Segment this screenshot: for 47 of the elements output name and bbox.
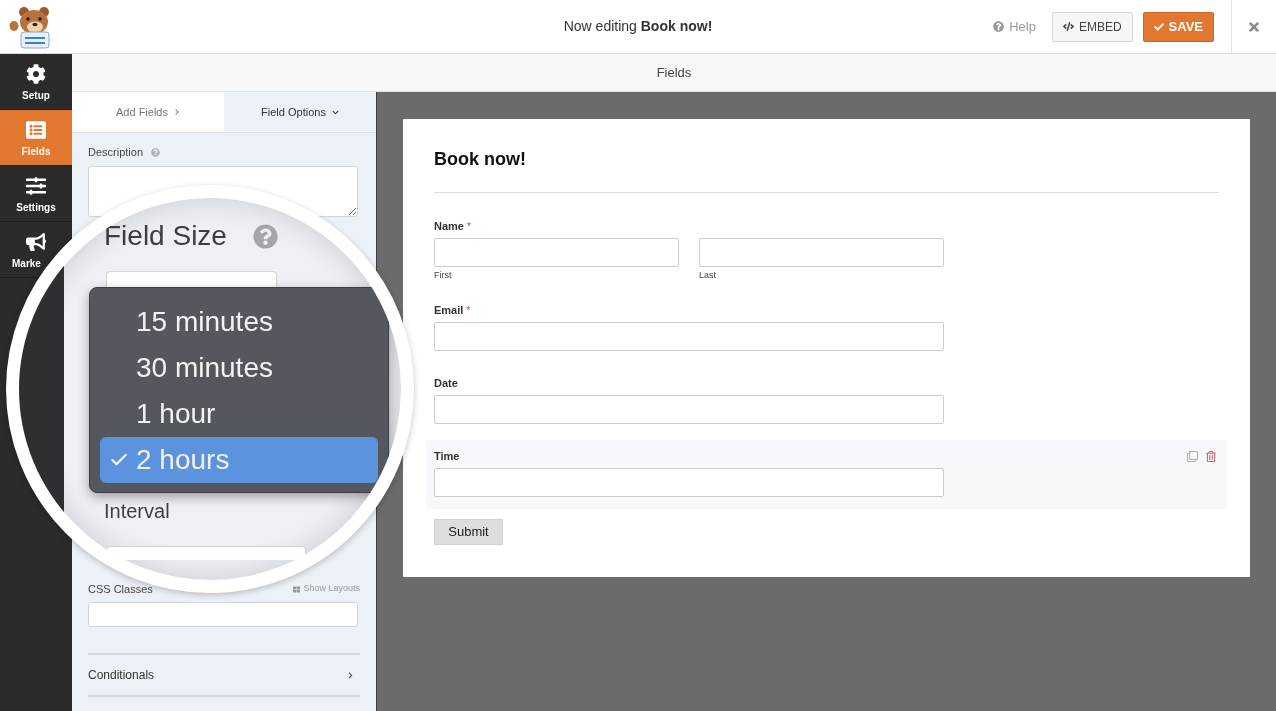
code-icon: [1062, 21, 1074, 32]
required-asterisk: *: [466, 219, 471, 234]
trash-icon[interactable]: [1206, 450, 1216, 462]
panel-title: Fields: [656, 63, 692, 82]
help-icon: [993, 21, 1005, 32]
editing-title: Now editing Book now!: [563, 17, 713, 36]
text-field[interactable]: [434, 238, 679, 267]
megaphone-icon: [26, 232, 46, 252]
close-icon[interactable]: [1247, 19, 1261, 34]
duplicate-icon[interactable]: [1187, 450, 1198, 462]
dropdown-option[interactable]: 15 minutes: [100, 299, 378, 345]
check-icon: [1153, 21, 1164, 32]
css-classes-field[interactable]: [88, 602, 358, 627]
text-field[interactable]: [434, 322, 944, 351]
required-asterisk: *: [466, 303, 471, 318]
field-label: Email: [434, 302, 464, 318]
selected-field-block[interactable]: Time: [426, 440, 1227, 509]
gear-icon: [26, 64, 46, 84]
chevron-right-icon: [347, 671, 354, 679]
text-field[interactable]: [434, 395, 944, 424]
chevron-right-icon: [174, 109, 180, 115]
grid-icon: [293, 585, 301, 593]
select-field[interactable]: [106, 271, 277, 287]
field-sublabel: First: [434, 270, 452, 281]
submit-button[interactable]: Submit: [434, 519, 503, 545]
chevron-down-icon: [331, 108, 339, 116]
embed-button[interactable]: EMBED: [1051, 11, 1133, 42]
field-label: Time: [434, 448, 460, 464]
help-icon: [252, 223, 278, 249]
field-sublabel: Last: [699, 270, 716, 281]
field-label: Name: [434, 218, 464, 234]
description-label: Description: [88, 144, 144, 160]
interval-field[interactable]: [106, 546, 306, 560]
conditionals-section[interactable]: Conditionals: [88, 655, 360, 695]
sliders-icon: [26, 176, 46, 196]
interval-label: Interval: [104, 499, 170, 523]
text-field[interactable]: [699, 238, 944, 267]
css-classes-label: CSS Classes: [88, 581, 153, 597]
field-label: Date: [434, 375, 458, 391]
panel-tab[interactable]: Add Fields: [72, 92, 224, 132]
dropdown-option[interactable]: 30 minutes: [100, 345, 378, 391]
text-field[interactable]: [434, 468, 944, 497]
dropdown-option[interactable]: 1 hour: [100, 391, 378, 437]
list-icon: [26, 120, 46, 140]
field-size-label: Field Size: [104, 220, 227, 252]
form-title: Book now!: [433, 148, 527, 171]
help-icon: [151, 147, 161, 157]
